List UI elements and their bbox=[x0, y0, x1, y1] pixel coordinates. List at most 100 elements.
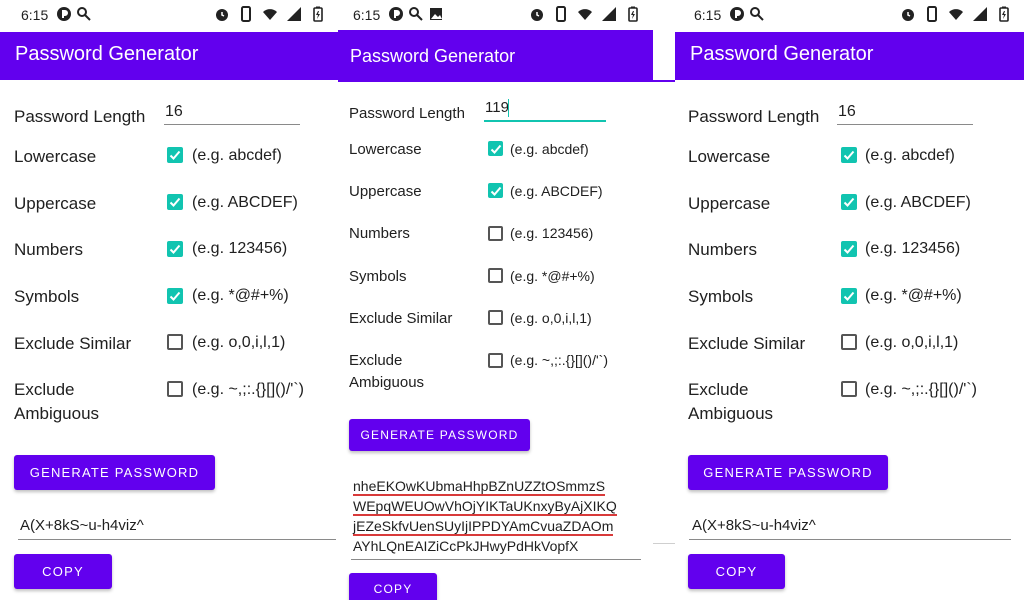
phone-screen-2: 6:15 Password Generator Password Length … bbox=[338, 0, 653, 600]
uppercase-checkbox[interactable] bbox=[488, 183, 503, 198]
lowercase-hint: (e.g. abcdef) bbox=[192, 147, 282, 164]
exclude-similar-checkbox[interactable] bbox=[841, 334, 857, 350]
symbols-checkbox[interactable] bbox=[167, 288, 183, 304]
numbers-checkbox[interactable] bbox=[167, 241, 183, 257]
generated-password-multiline[interactable]: nheEKOwKUbmaHhpBZnUZZtOSmmzS WEpqWEUOwVh… bbox=[353, 476, 617, 556]
exclude-similar-checkbox[interactable] bbox=[488, 310, 503, 325]
copy-button[interactable]: COPY bbox=[14, 554, 112, 589]
lowercase-label: Lowercase bbox=[688, 147, 771, 166]
uppercase-checkbox[interactable] bbox=[841, 194, 857, 210]
check-icon bbox=[843, 291, 855, 301]
gap-appbar-stub bbox=[653, 80, 675, 82]
exclude-ambiguous-label-line2: Ambiguous bbox=[688, 404, 774, 423]
password-length-input[interactable]: 119 bbox=[485, 99, 509, 116]
generate-password-button[interactable]: GENERATE PASSWORD bbox=[349, 419, 530, 451]
symbols-hint: (e.g. *@#+%) bbox=[192, 287, 289, 304]
uppercase-label: Uppercase bbox=[349, 183, 422, 200]
check-icon bbox=[490, 144, 502, 154]
numbers-hint: (e.g. 123456) bbox=[510, 225, 594, 241]
symbols-label: Symbols bbox=[349, 268, 407, 285]
password-length-input[interactable]: 16 bbox=[838, 103, 856, 121]
generated-password[interactable]: A(X+8kS~u-h4viz^ bbox=[20, 517, 144, 534]
exclude-ambiguous-hint: (e.g. ~,;:.{}[]()/'`) bbox=[865, 381, 977, 398]
link-icon bbox=[749, 6, 765, 22]
password-line-3: jEZeSkfvUenSUyIjIPPDYAmCvuaZDAOm bbox=[353, 518, 614, 536]
exclude-ambiguous-label-line2: Ambiguous bbox=[349, 374, 425, 391]
status-bar: 6:15 bbox=[0, 0, 338, 32]
symbols-label: Symbols bbox=[14, 287, 80, 306]
password-length-underline bbox=[164, 124, 300, 125]
status-bar: 6:15 bbox=[338, 0, 653, 32]
lowercase-checkbox[interactable] bbox=[167, 147, 183, 163]
check-icon bbox=[843, 244, 855, 254]
uppercase-label: Uppercase bbox=[14, 194, 97, 213]
exclude-similar-label: Exclude Similar bbox=[349, 310, 453, 327]
alarm-icon bbox=[529, 6, 545, 22]
password-underline bbox=[689, 539, 1011, 540]
check-icon bbox=[843, 150, 855, 160]
symbols-checkbox[interactable] bbox=[841, 288, 857, 304]
exclude-ambiguous-hint: (e.g. ~,;:.{}[]()/'`) bbox=[192, 381, 304, 398]
app-notification-icon bbox=[56, 6, 72, 22]
lowercase-label: Lowercase bbox=[349, 141, 422, 158]
check-icon bbox=[169, 244, 181, 254]
check-icon bbox=[169, 291, 181, 301]
numbers-label: Numbers bbox=[14, 240, 83, 259]
password-length-underline bbox=[837, 124, 973, 125]
copy-button[interactable]: COPY bbox=[688, 554, 785, 589]
generated-password[interactable]: A(X+8kS~u-h4viz^ bbox=[692, 517, 816, 534]
password-length-underline bbox=[484, 120, 606, 122]
text-cursor bbox=[508, 99, 509, 117]
battery-icon bbox=[310, 6, 326, 22]
symbols-hint: (e.g. *@#+%) bbox=[510, 268, 595, 284]
lowercase-label: Lowercase bbox=[14, 147, 97, 166]
numbers-checkbox[interactable] bbox=[488, 226, 503, 241]
password-underline bbox=[351, 559, 641, 560]
lowercase-checkbox[interactable] bbox=[841, 147, 857, 163]
uppercase-hint: (e.g. ABCDEF) bbox=[510, 183, 603, 199]
status-time: 6:15 bbox=[21, 7, 49, 23]
symbols-checkbox[interactable] bbox=[488, 268, 503, 283]
check-icon bbox=[843, 197, 855, 207]
symbols-hint: (e.g. *@#+%) bbox=[865, 287, 962, 304]
password-length-label: Password Length bbox=[349, 105, 465, 122]
copy-button[interactable]: COPY bbox=[349, 573, 437, 600]
symbols-label: Symbols bbox=[688, 287, 754, 306]
password-line-1: nheEKOwKUbmaHhpBZnUZZtOSmmzS bbox=[353, 478, 606, 496]
signal-icon bbox=[972, 6, 988, 22]
signal-icon bbox=[286, 6, 302, 22]
uppercase-checkbox[interactable] bbox=[167, 194, 183, 210]
password-length-label: Password Length bbox=[688, 107, 820, 126]
exclude-similar-checkbox[interactable] bbox=[167, 334, 183, 350]
alarm-icon bbox=[214, 6, 230, 22]
gap-underline-stub bbox=[653, 543, 675, 544]
lowercase-hint: (e.g. abcdef) bbox=[510, 141, 589, 157]
alarm-icon bbox=[900, 6, 916, 22]
exclude-ambiguous-checkbox[interactable] bbox=[841, 381, 857, 397]
app-title: Password Generator bbox=[15, 43, 199, 65]
battery-icon bbox=[996, 6, 1012, 22]
exclude-ambiguous-checkbox[interactable] bbox=[167, 381, 183, 397]
generate-password-button[interactable]: GENERATE PASSWORD bbox=[688, 455, 888, 490]
generate-password-button[interactable]: GENERATE PASSWORD bbox=[14, 455, 215, 490]
phone-screen-3: 6:15 Password Generator Password Length … bbox=[675, 0, 1024, 600]
exclude-similar-label: Exclude Similar bbox=[688, 334, 806, 353]
exclude-similar-hint: (e.g. o,0,i,l,1) bbox=[510, 310, 592, 326]
numbers-checkbox[interactable] bbox=[841, 241, 857, 257]
lowercase-hint: (e.g. abcdef) bbox=[865, 147, 955, 164]
app-notification-icon bbox=[388, 6, 404, 22]
numbers-label: Numbers bbox=[349, 225, 410, 242]
exclude-similar-hint: (e.g. o,0,i,l,1) bbox=[192, 334, 286, 351]
exclude-ambiguous-label-line2: Ambiguous bbox=[14, 404, 100, 423]
exclude-ambiguous-checkbox[interactable] bbox=[488, 353, 503, 368]
lowercase-checkbox[interactable] bbox=[488, 141, 503, 156]
signal-icon bbox=[601, 6, 617, 22]
password-line-4: AYhLQnEAIZiCcPkJHwyPdHkVopfX bbox=[353, 538, 579, 554]
status-time: 6:15 bbox=[694, 7, 722, 23]
app-title: Password Generator bbox=[350, 46, 516, 66]
password-length-input[interactable]: 16 bbox=[165, 103, 183, 121]
phone-icon bbox=[238, 6, 254, 22]
wifi-icon bbox=[262, 6, 278, 22]
exclude-ambiguous-label-line1: Exclude bbox=[349, 352, 403, 369]
phone-icon bbox=[924, 6, 940, 22]
